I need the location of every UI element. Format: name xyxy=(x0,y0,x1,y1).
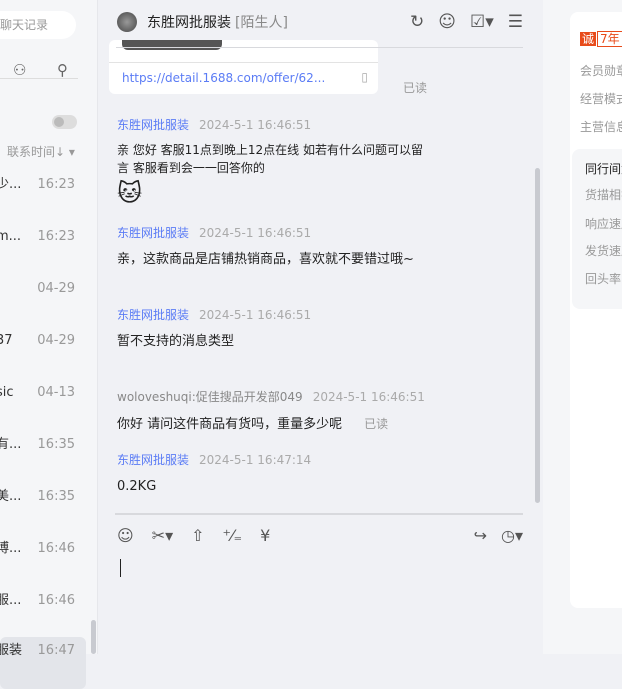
conversation-name: 服... xyxy=(0,593,22,608)
conversation-time: 04-13 xyxy=(37,385,75,400)
info-label: 经营模式 xyxy=(580,92,622,106)
peer-comparison-card: 同行间竞 货描相符 响应速度 发货速度 回头率 xyxy=(572,149,622,309)
metric-label: 货描相符 xyxy=(585,188,622,202)
chat-header: 东胜网批服装 [陌生人] xyxy=(117,12,288,32)
task-icon[interactable]: ☑▾ xyxy=(470,12,494,32)
chat-panel: https://detail.1688.com/offer/62... ▯ 已读… xyxy=(98,0,543,654)
toggle-switch[interactable] xyxy=(52,115,77,129)
emoji-icon[interactable]: ☺ xyxy=(117,526,134,545)
conversation-time: 04-29 xyxy=(37,281,75,296)
conversation-sidebar: 聊天记录 ⚇ ⚲ 联系时间↓ ▾ 少... 16:23 m... 16:23 04-… xyxy=(0,0,98,689)
share-icon[interactable]: ↪ xyxy=(474,526,487,545)
sort-dropdown[interactable]: 联系时间↓ ▾ xyxy=(7,143,75,160)
product-link[interactable]: https://detail.1688.com/offer/62... xyxy=(122,71,325,85)
conversation-time: 16:23 xyxy=(37,229,75,244)
price-icon[interactable]: ¥ xyxy=(260,526,270,545)
screenshot-icon[interactable]: ✂▾ xyxy=(152,526,173,545)
chat-scrollbar[interactable] xyxy=(535,168,540,503)
message-sender[interactable]: 东胜网批服装 xyxy=(117,118,189,132)
conversation-item-selected[interactable]: 服装 16:47 xyxy=(0,637,86,689)
product-link-card[interactable]: https://detail.1688.com/offer/62... ▯ xyxy=(109,40,378,94)
message-sender[interactable]: 东胜网批服装 xyxy=(117,308,189,322)
cat-sticker: 🐱 xyxy=(117,179,143,207)
conversation-name: 服装 xyxy=(0,643,23,658)
conversation-item[interactable]: m... 16:23 xyxy=(0,211,86,263)
contact-name: 东胜网批服装 xyxy=(147,15,231,31)
divider xyxy=(0,78,78,79)
search-input[interactable]: 聊天记录 xyxy=(0,11,76,39)
avatar[interactable] xyxy=(117,12,137,32)
conversation-name: 少... xyxy=(0,177,22,192)
conversation-time: 16:47 xyxy=(37,643,75,658)
contact-tag: [陌生人] xyxy=(235,15,288,31)
metric-label: 响应速度 xyxy=(585,217,622,231)
sidebar-scrollbar[interactable] xyxy=(91,620,96,654)
message: 东胜网批服装 2024-5-1 16:46:51 亲 您好 客服11点到晚上12点… xyxy=(117,116,427,207)
upload-icon[interactable]: ⇧ xyxy=(191,526,204,545)
message: 东胜网批服装 2024-5-1 16:46:51 暂不支持的消息类型 xyxy=(117,306,311,351)
menu-icon[interactable]: ☰ xyxy=(508,12,523,32)
conversation-time: 04-29 xyxy=(37,333,75,348)
conversation-item[interactable]: 37 04-29 xyxy=(0,315,86,367)
conversation-name: 美... xyxy=(0,489,22,504)
message-sender[interactable]: woloveshuqi:促佳搜品开发部049 xyxy=(117,390,303,404)
message-text: 亲 您好 客服11点到晚上12点在线 如若有什么问题可以留言 客服看到会一一回答… xyxy=(117,143,423,175)
conversation-time: 16:35 xyxy=(37,437,75,452)
message: woloveshuqi:促佳搜品开发部049 2024-5-1 16:46:51 … xyxy=(117,388,517,434)
message-time: 2024-5-1 16:46:51 xyxy=(312,390,425,404)
membership-badge: 诚 7年 xyxy=(580,30,622,47)
info-label: 会员勋章 xyxy=(580,64,622,78)
chat-history-icon[interactable]: ◷▾ xyxy=(501,526,523,545)
conversation-item[interactable]: sic 04-13 xyxy=(0,367,86,419)
metric-label: 回头率 xyxy=(585,272,622,286)
message-text: 0.2KG xyxy=(117,479,157,494)
conversation-name: 37 xyxy=(0,333,13,348)
refresh-icon[interactable]: ↻ xyxy=(410,12,424,32)
org-icon[interactable]: ⚲ xyxy=(57,61,68,79)
conversation-item[interactable]: 美... 16:35 xyxy=(0,471,86,523)
conversation-item[interactable]: 有... 16:35 xyxy=(0,419,86,471)
message-time: 2024-5-1 16:47:14 xyxy=(199,453,312,467)
contacts-icon[interactable]: ⚇ xyxy=(13,61,26,79)
conversation-name: m... xyxy=(0,229,22,244)
message-time: 2024-5-1 16:46:51 xyxy=(199,308,312,322)
message-text: 暂不支持的消息类型 xyxy=(117,334,235,349)
conversation-time: 16:46 xyxy=(37,593,75,608)
conversation-name: 有... xyxy=(0,437,22,452)
read-status: 已读 xyxy=(403,81,428,95)
conversation-time: 16:35 xyxy=(37,489,75,504)
message-text: 你好 请问这件商品有货吗，重量多少呢 xyxy=(117,417,343,432)
calculator-icon[interactable]: ⁺⁄₌ xyxy=(223,526,243,545)
message: 东胜网批服装 2024-5-1 16:47:14 0.2KG xyxy=(117,451,417,496)
conversation-name: 博... xyxy=(0,541,22,556)
conversation-name: sic xyxy=(0,385,14,400)
product-image xyxy=(122,40,222,50)
message-input[interactable] xyxy=(120,559,121,577)
conversation-item[interactable]: 博... 16:46 xyxy=(0,523,86,575)
conversation-item[interactable]: 服... 16:46 xyxy=(0,575,86,627)
section-title: 同行间竞 xyxy=(585,162,622,176)
message: 东胜网批服装 2024-5-1 16:46:51 亲，这款商品是店铺热销商品，喜欢… xyxy=(117,224,432,269)
conversation-time: 16:23 xyxy=(37,177,75,192)
copy-icon[interactable]: ▯ xyxy=(361,70,368,84)
message-time: 2024-5-1 16:46:51 xyxy=(199,226,312,240)
info-label: 主营信息 xyxy=(580,120,622,134)
read-status: 已读 xyxy=(364,417,389,431)
conversation-item[interactable]: 少... 16:23 xyxy=(0,159,86,211)
conversation-item[interactable]: 04-29 xyxy=(0,263,86,315)
add-contact-icon[interactable]: ☺ xyxy=(438,12,456,32)
message-sender[interactable]: 东胜网批服装 xyxy=(117,226,189,240)
message-sender[interactable]: 东胜网批服装 xyxy=(117,453,189,467)
metric-label: 发货速度 xyxy=(585,244,622,258)
message-text: 亲，这款商品是店铺热销商品，喜欢就不要错过哦~ xyxy=(117,252,414,267)
shop-info-panel: 诚7年 会员勋章 经营模式 主营信息 同行间竞 货描相符 响应速度 发货速度 回… xyxy=(543,0,622,654)
conversation-time: 16:46 xyxy=(37,541,75,556)
message-time: 2024-5-1 16:46:51 xyxy=(199,118,312,132)
